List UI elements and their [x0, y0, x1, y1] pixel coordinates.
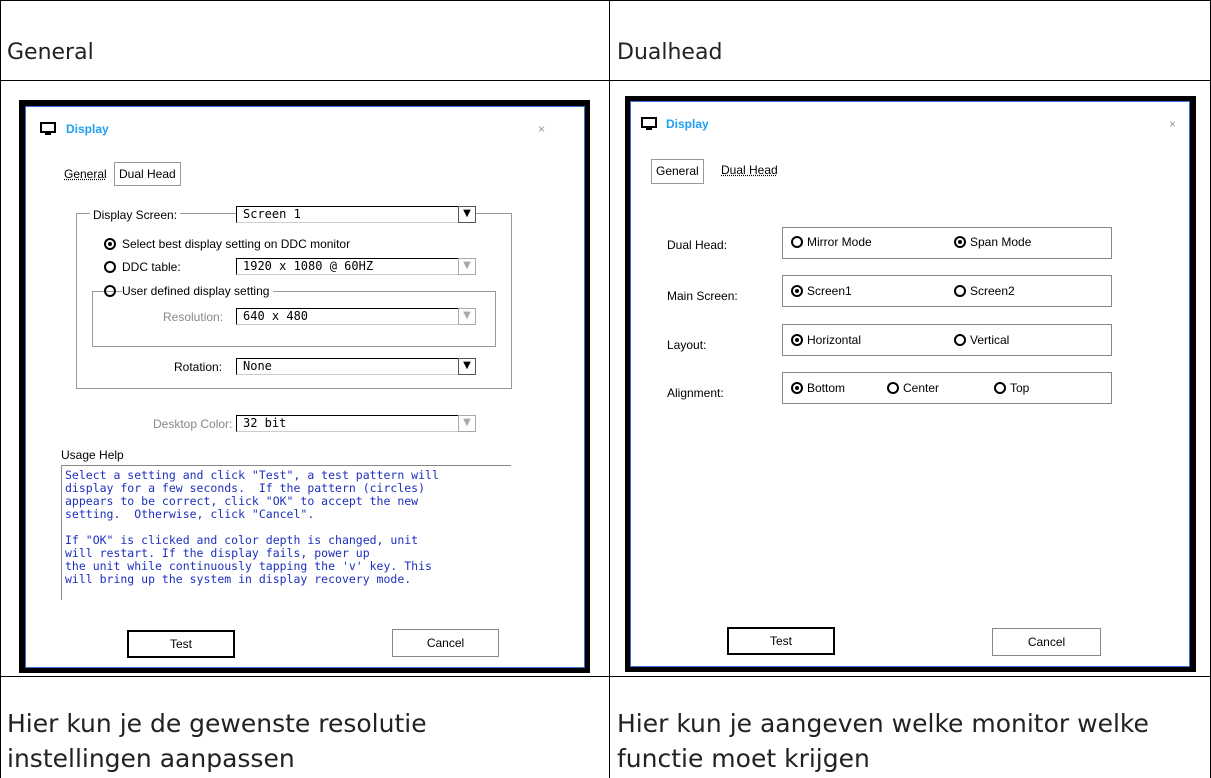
radio-screen2[interactable] — [954, 285, 966, 297]
usage-help-label: Usage Help — [61, 448, 124, 462]
screen1-label: Screen1 — [807, 284, 852, 298]
rotation-label: Rotation: — [174, 360, 223, 374]
radio-best-setting[interactable] — [104, 238, 116, 250]
usage-help-text: Select a setting and click "Test", a tes… — [65, 469, 439, 586]
radio-screen1[interactable] — [791, 285, 803, 297]
monitor-icon — [40, 122, 56, 136]
table-border-left — [0, 0, 1, 778]
radio-mirror-mode[interactable] — [791, 236, 803, 248]
radio-ddc-table[interactable] — [104, 261, 116, 273]
monitor-icon — [641, 117, 657, 131]
header-dualhead: Dualhead — [617, 40, 723, 65]
table-border-top — [0, 0, 1211, 1]
span-mode-label: Span Mode — [970, 235, 1032, 249]
center-label: Center — [903, 381, 940, 395]
dual-head-label: Dual Head: — [667, 238, 728, 252]
radio-span-mode[interactable] — [954, 236, 966, 248]
mirror-mode-label: Mirror Mode — [807, 235, 872, 249]
main-screen-label: Main Screen: — [667, 289, 738, 303]
tab-dual-head[interactable]: Dual Head — [717, 160, 782, 180]
test-button-label: Test — [769, 634, 792, 648]
alignment-label: Alignment: — [667, 386, 724, 400]
top-label: Top — [1010, 381, 1030, 395]
display-screen-value: Screen 1 — [243, 207, 301, 221]
tab-dual-head-label: Dual Head — [721, 163, 778, 177]
desktop-color-value: 32 bit — [243, 416, 287, 430]
radio-bottom[interactable] — [791, 382, 803, 394]
resolution-value: 640 x 480 — [243, 309, 309, 323]
tab-general[interactable]: General — [651, 159, 704, 184]
close-icon[interactable]: × — [538, 122, 545, 136]
cancel-button-label: Cancel — [1027, 635, 1066, 649]
tab-general-label: General — [656, 164, 699, 178]
radio-horizontal[interactable] — [791, 334, 803, 346]
chevron-down-icon[interactable]: ▼ — [458, 258, 476, 275]
cancel-button[interactable]: Cancel — [992, 628, 1101, 656]
test-button[interactable]: Test — [127, 630, 235, 658]
dialog-title: Display — [66, 122, 109, 136]
right-dialog: Display × General Dual Head Dual Head: M… — [630, 101, 1190, 667]
resolution-label: Resolution: — [163, 310, 224, 324]
radio-ddc-label: DDC table: — [122, 260, 181, 274]
tab-general[interactable]: General — [60, 164, 111, 184]
radio-user-label: User defined display setting — [122, 284, 274, 298]
desktop-color-label: Desktop Color: — [153, 417, 233, 431]
rotation-select[interactable]: None ▼ — [236, 358, 476, 375]
horizontal-label: Horizontal — [807, 333, 862, 347]
resolution-select[interactable]: 640 x 480 ▼ — [236, 308, 476, 325]
cancel-button[interactable]: Cancel — [392, 629, 499, 657]
table-border-row1 — [0, 80, 1211, 81]
table-border-mid — [609, 0, 610, 778]
chevron-down-icon[interactable]: ▼ — [458, 308, 476, 325]
caption-general: Hier kun je de gewenste resolutie instel… — [7, 709, 427, 773]
cancel-button-label: Cancel — [426, 636, 465, 650]
header-general: General — [7, 40, 94, 65]
radio-top[interactable] — [994, 382, 1006, 394]
test-button[interactable]: Test — [727, 627, 835, 655]
radio-center[interactable] — [887, 382, 899, 394]
chevron-down-icon[interactable]: ▼ — [458, 206, 476, 223]
ddc-table-select[interactable]: 1920 x 1080 @ 60HZ ▼ — [236, 258, 476, 275]
display-screen-select[interactable]: Screen 1 ▼ — [236, 206, 476, 223]
chevron-down-icon[interactable]: ▼ — [458, 358, 476, 375]
dialog-title: Display — [666, 117, 709, 131]
rotation-value: None — [243, 359, 272, 373]
close-icon[interactable]: × — [1169, 117, 1176, 131]
screen2-label: Screen2 — [970, 284, 1015, 298]
table-border-row2 — [0, 676, 1211, 677]
radio-best-label: Select best display setting on DDC monit… — [122, 237, 351, 251]
vertical-label: Vertical — [970, 333, 1010, 347]
test-button-label: Test — [169, 637, 192, 651]
ddc-table-value: 1920 x 1080 @ 60HZ — [243, 259, 374, 273]
chevron-down-icon[interactable]: ▼ — [458, 415, 476, 432]
left-dialog: Display × General Dual Head Display Scre… — [25, 106, 585, 668]
caption-dualhead: Hier kun je aangeven welke monitor welke… — [617, 709, 1149, 773]
radio-user-defined[interactable] — [104, 285, 116, 297]
layout-label: Layout: — [667, 338, 707, 352]
radio-vertical[interactable] — [954, 334, 966, 346]
tab-general-label: General — [64, 167, 107, 181]
tab-dual-head[interactable]: Dual Head — [114, 162, 181, 186]
display-screen-label: Display Screen: — [90, 208, 181, 222]
bottom-label: Bottom — [807, 381, 846, 395]
tab-dual-head-label: Dual Head — [119, 167, 176, 181]
desktop-color-select[interactable]: 32 bit ▼ — [236, 415, 476, 432]
